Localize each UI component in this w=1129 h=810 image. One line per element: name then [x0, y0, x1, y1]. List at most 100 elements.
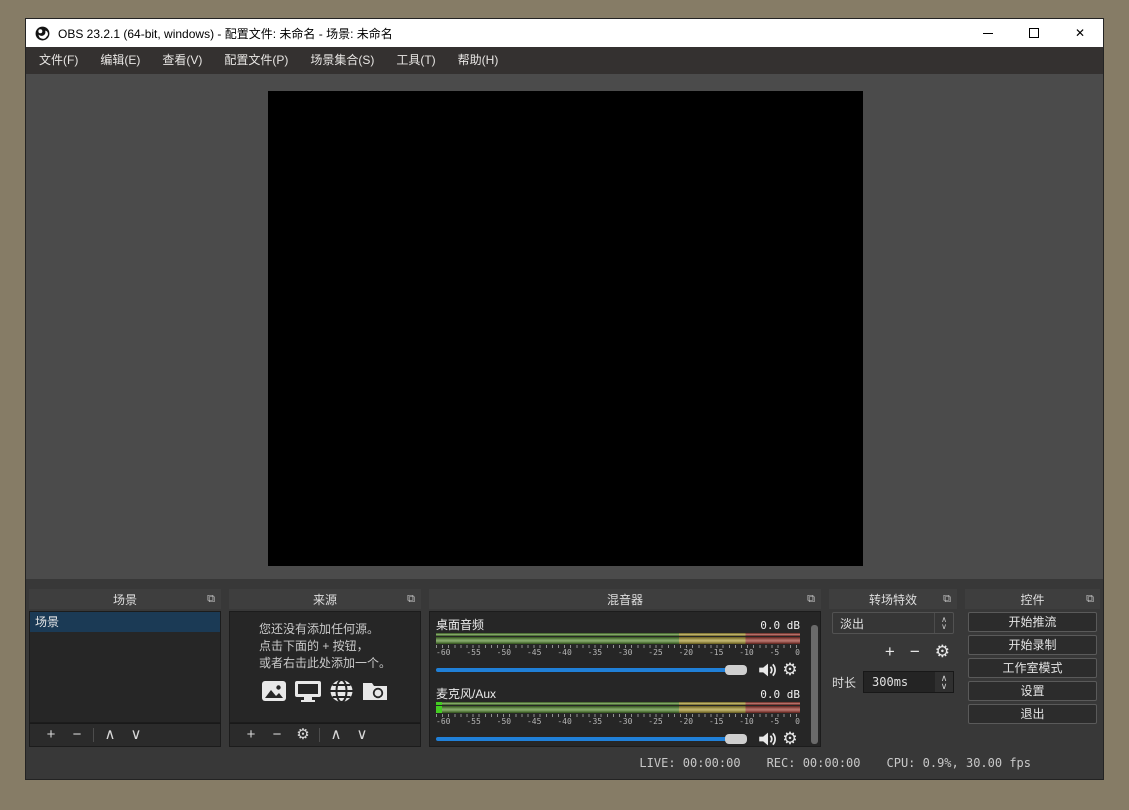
sources-panel-title: 来源 [313, 591, 337, 608]
scale-tick-label: -60 [436, 648, 450, 657]
scene-item[interactable]: 场景 [30, 612, 220, 632]
channel-settings-button[interactable]: ⚙ [780, 729, 800, 747]
add-source-button[interactable]: + [238, 724, 264, 746]
scale-tick-label: -40 [557, 717, 571, 726]
title-bar: OBS 23.2.1 (64-bit, windows) - 配置文件: 未命名… [26, 19, 1103, 47]
preview-area [26, 74, 1103, 579]
remove-scene-button[interactable]: − [64, 724, 90, 746]
float-panel-icon[interactable]: ⧉ [207, 591, 215, 607]
scale-tick-label: -20 [679, 648, 693, 657]
cpu-fps-status: CPU: 0.9%, 30.00 fps [887, 756, 1032, 770]
menu-item[interactable]: 帮助(H) [447, 47, 510, 74]
sources-list[interactable]: 您还没有添加任何源。点击下面的 + 按钮，或者右击此处添加一个。 [229, 611, 421, 723]
volume-slider[interactable] [436, 665, 747, 675]
sources-empty-icons [261, 679, 389, 703]
scene-down-button[interactable]: ∨ [123, 724, 149, 746]
scenes-list[interactable]: 场景 [29, 611, 221, 723]
mixer-scrollbar[interactable] [811, 625, 818, 744]
maximize-button[interactable] [1011, 19, 1057, 47]
add-transition-button[interactable]: + [885, 643, 895, 661]
scale-tick-label: -35 [588, 648, 602, 657]
scale-tick-label: -5 [770, 717, 780, 726]
source-down-button[interactable]: ∨ [349, 724, 375, 746]
volume-slider-handle[interactable] [725, 665, 747, 675]
scale-tick-label: -30 [618, 717, 632, 726]
volume-slider-handle[interactable] [725, 734, 747, 744]
transitions-panel-header[interactable]: 转场特效 ⧉ [829, 589, 957, 609]
window-title: OBS 23.2.1 (64-bit, windows) - 配置文件: 未命名… [58, 25, 393, 42]
scale-tick-label: -10 [739, 648, 753, 657]
status-bar: LIVE: 00:00:00 REC: 00:00:00 CPU: 0.9%, … [26, 749, 1103, 776]
controls-panel-header[interactable]: 控件 ⧉ [965, 589, 1100, 609]
controls-panel: 控件 ⧉ 开始推流开始录制工作室模式设置退出 [965, 589, 1100, 747]
source-properties-button[interactable]: ⚙ [290, 724, 316, 746]
scenes-panel-header[interactable]: 场景 ⧉ [29, 589, 221, 609]
minimize-button[interactable] [965, 19, 1011, 47]
mixer-channel-mic-aux: 麦克风/Aux 0.0 dB -60-55-50-45-40-35-30-25-… [436, 685, 800, 747]
scale-tick-label: 0 [795, 717, 800, 726]
transition-selected-value: 淡出 [833, 615, 934, 632]
control-button[interactable]: 开始录制 [968, 635, 1097, 655]
image-source-icon [261, 679, 287, 703]
transition-select[interactable]: 淡出 ∧ ∨ [832, 612, 954, 634]
menu-item[interactable]: 工具(T) [385, 47, 446, 74]
scale-tick-label: -20 [679, 717, 693, 726]
menu-item[interactable]: 配置文件(P) [213, 47, 299, 74]
rec-time-status: REC: 00:00:00 [767, 756, 861, 770]
mute-button[interactable] [756, 731, 780, 747]
control-button[interactable]: 设置 [968, 681, 1097, 701]
channel-db-value: 0.0 dB [760, 619, 800, 632]
duration-value: 300ms [864, 675, 935, 689]
control-button[interactable]: 退出 [968, 704, 1097, 724]
volume-slider[interactable] [436, 734, 747, 744]
float-panel-icon[interactable]: ⧉ [807, 591, 815, 607]
close-button[interactable]: ✕ [1057, 19, 1103, 47]
maximize-icon [1029, 28, 1039, 38]
float-panel-icon[interactable]: ⧉ [943, 591, 951, 607]
scene-up-button[interactable]: ∧ [97, 724, 123, 746]
source-up-button[interactable]: ∧ [323, 724, 349, 746]
float-panel-icon[interactable]: ⧉ [407, 591, 415, 607]
transitions-panel-title: 转场特效 [869, 591, 917, 608]
controls-panel-title: 控件 [1020, 591, 1044, 608]
scenes-toolbar: + − ∧ ∨ [29, 723, 221, 747]
menu-item[interactable]: 文件(F) [28, 47, 89, 74]
menu-bar: 文件(F)编辑(E)查看(V)配置文件(P)场景集合(S)工具(T)帮助(H) [26, 47, 1103, 74]
transition-settings-button[interactable]: ⚙ [935, 643, 950, 661]
scale-tick-label: -10 [739, 717, 753, 726]
mixer-channel-desktop-audio: 桌面音频 0.0 dB -60-55-50-45-40-35-30-25-20-… [436, 616, 800, 681]
transitions-body: 淡出 ∧ ∨ + − ⚙ 时长 300ms ∧ [829, 611, 957, 694]
menu-item[interactable]: 编辑(E) [89, 47, 151, 74]
menu-item[interactable]: 场景集合(S) [299, 47, 385, 74]
menu-item[interactable]: 查看(V) [151, 47, 213, 74]
float-panel-icon[interactable]: ⧉ [1086, 591, 1094, 607]
remove-source-button[interactable]: − [264, 724, 290, 746]
chevron-down-icon: ∨ [941, 682, 948, 690]
combo-spinner[interactable]: ∧ ∨ [934, 613, 953, 633]
mixer-panel-header[interactable]: 混音器 ⧉ [429, 589, 821, 609]
channel-settings-button[interactable]: ⚙ [780, 660, 800, 680]
scale-tick-label: -45 [527, 717, 541, 726]
mute-button[interactable] [756, 662, 780, 678]
control-button[interactable]: 开始推流 [968, 612, 1097, 632]
duration-spinbox[interactable]: 300ms ∧ ∨ [863, 671, 954, 693]
mixer-panel-title: 混音器 [607, 591, 643, 608]
channel-db-value: 0.0 dB [760, 688, 800, 701]
preview-canvas[interactable] [268, 91, 863, 566]
meter-scale: -60-55-50-45-40-35-30-25-20-15-10-50 [436, 717, 800, 726]
scenes-panel: 场景 ⧉ 场景 + − ∧ ∨ [29, 589, 221, 747]
duration-spinner[interactable]: ∧ ∨ [935, 672, 953, 692]
control-button[interactable]: 工作室模式 [968, 658, 1097, 678]
scale-tick-label: -15 [709, 717, 723, 726]
scale-tick-label: -15 [709, 648, 723, 657]
add-scene-button[interactable]: + [38, 724, 64, 746]
sources-empty-text: 您还没有添加任何源。 [259, 621, 391, 638]
close-icon: ✕ [1075, 26, 1085, 40]
camera-source-icon [361, 679, 389, 703]
meter-scale: -60-55-50-45-40-35-30-25-20-15-10-50 [436, 648, 800, 657]
sources-panel-header[interactable]: 来源 ⧉ [229, 589, 421, 609]
controls-buttons: 开始推流开始录制工作室模式设置退出 [965, 611, 1100, 728]
remove-transition-button[interactable]: − [910, 643, 920, 661]
channel-name: 桌面音频 [436, 616, 484, 633]
scale-tick-label: -50 [497, 648, 511, 657]
